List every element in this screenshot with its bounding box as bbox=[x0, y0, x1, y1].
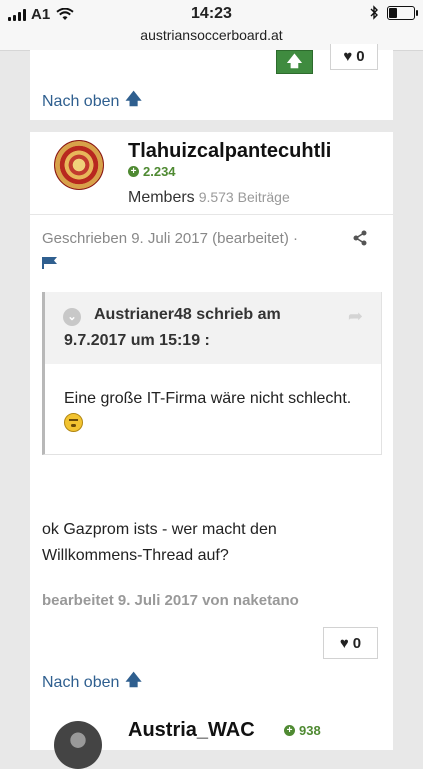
heart-icon: ♥ bbox=[343, 48, 353, 65]
clock: 14:23 bbox=[191, 5, 232, 22]
sick-emoji-icon bbox=[64, 413, 83, 432]
bluetooth-icon bbox=[370, 5, 378, 20]
previous-post-footer: 🡅 ♥ 0 Nach oben 🡅 bbox=[30, 44, 393, 120]
like-count: 0 bbox=[352, 634, 362, 652]
upvote-button[interactable]: 🡅 bbox=[276, 50, 313, 74]
status-right bbox=[370, 5, 418, 20]
back-to-top-link[interactable]: Nach oben 🡅 bbox=[42, 669, 142, 696]
report-flag-icon[interactable] bbox=[42, 257, 58, 269]
reputation-value: 2.234 bbox=[143, 164, 176, 179]
post-date: Geschrieben 9. Juli 2017 (bearbeitet) · bbox=[42, 230, 298, 247]
avatar[interactable] bbox=[54, 721, 102, 769]
quote-date: 9.7.2017 um 15:19 : bbox=[64, 332, 210, 349]
battery-icon bbox=[387, 5, 418, 20]
plus-icon: + bbox=[128, 166, 139, 177]
avatar[interactable] bbox=[54, 140, 104, 190]
post-author[interactable]: Tlahuizcalpantecuhtli bbox=[128, 140, 331, 163]
post-author[interactable]: Austria_WAC bbox=[128, 719, 255, 742]
chevron-down-icon[interactable]: ⌄ bbox=[63, 308, 81, 326]
post-body: ok Gazprom ists - wer macht den Willkomm… bbox=[42, 521, 277, 564]
edit-note: bearbeitet 9. Juli 2017 von naketano bbox=[42, 592, 299, 609]
forum-post: Tlahuizcalpantecuhtli + 2.234 Members 9.5… bbox=[30, 132, 393, 735]
plus-icon: + bbox=[284, 725, 295, 736]
arrow-up-icon: 🡅 bbox=[125, 91, 142, 108]
quote-header: ⌄ Austrianer48 schrieb am 9.7.2017 um 15… bbox=[45, 292, 381, 364]
quote-link-icon[interactable]: ➦ bbox=[348, 306, 363, 327]
back-to-top-label: Nach oben bbox=[42, 673, 120, 691]
like-button[interactable]: ♥ 0 bbox=[330, 44, 378, 70]
post-date-separator: · bbox=[292, 230, 298, 247]
divider bbox=[30, 214, 393, 215]
post-date-label[interactable]: Geschrieben 9. Juli 2017 (bearbeitet) bbox=[42, 230, 289, 247]
user-group: Members 9.573 Beiträge bbox=[128, 189, 290, 207]
arrow-up-icon: 🡅 bbox=[125, 672, 142, 689]
reputation-value: 938 bbox=[299, 723, 321, 738]
quote-text: Eine große IT-Firma wäre nicht schlecht. bbox=[64, 386, 364, 438]
reputation-badge: + 938 bbox=[284, 723, 321, 738]
like-count: 0 bbox=[356, 48, 365, 65]
heart-icon: ♥ bbox=[339, 634, 349, 652]
quote-citation: Austrianer48 schrieb am bbox=[94, 306, 281, 323]
next-post: Austria_WAC + 938 bbox=[30, 713, 393, 769]
group-name: Members bbox=[128, 189, 195, 206]
url-bar[interactable]: austriansoccerboard.at bbox=[0, 27, 423, 43]
quote-block: ⌄ Austrianer48 schrieb am 9.7.2017 um 15… bbox=[42, 292, 382, 455]
like-button[interactable]: ♥ 0 bbox=[323, 627, 378, 659]
back-to-top-link[interactable]: Nach oben 🡅 bbox=[42, 88, 142, 115]
quote-text-content: Eine große IT-Firma wäre nicht schlecht. bbox=[64, 390, 352, 407]
reputation-badge: + 2.234 bbox=[128, 164, 176, 179]
arrow-up-icon: 🡅 bbox=[286, 53, 303, 70]
share-icon[interactable] bbox=[352, 230, 368, 246]
battery-fill bbox=[389, 7, 397, 18]
post-count: 9.573 Beiträge bbox=[198, 189, 290, 205]
back-to-top-label: Nach oben bbox=[42, 92, 120, 110]
